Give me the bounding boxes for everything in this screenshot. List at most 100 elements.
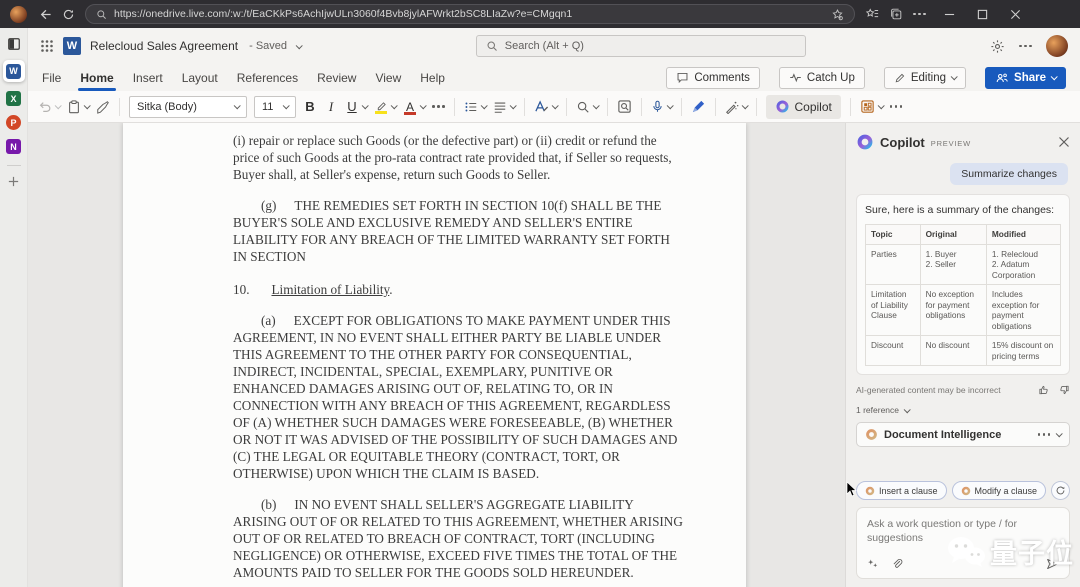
app-launcher-icon[interactable]	[40, 39, 54, 53]
browser-back-icon[interactable]	[37, 7, 52, 22]
bullet-list-button[interactable]	[464, 100, 488, 114]
search-document-icon[interactable]	[617, 99, 632, 114]
document-page[interactable]: (i) repair or replace such Goods (or the…	[123, 123, 746, 587]
title-chevron-down-icon[interactable]	[295, 41, 303, 49]
designer-button[interactable]	[860, 99, 885, 114]
paragraph[interactable]: (b) IN NO EVENT SHALL SELLER'S AGGREGATE …	[233, 496, 686, 581]
dictate-button[interactable]	[651, 100, 674, 113]
maximize-icon[interactable]	[977, 9, 988, 20]
sidebar-item-word[interactable]: W	[2, 60, 25, 82]
ribbon-more-icon[interactable]	[889, 105, 903, 108]
paragraph[interactable]: (a) EXCEPT FOR OBLIGATIONS TO MAKE PAYMEN…	[233, 312, 686, 482]
auto-format-wand-button[interactable]	[725, 100, 749, 114]
editor-icon[interactable]	[691, 99, 706, 114]
search-icon	[486, 40, 498, 52]
document-intelligence-icon	[865, 428, 878, 441]
comments-button[interactable]: Comments	[666, 66, 760, 89]
document-title[interactable]: Relecloud Sales Agreement	[90, 39, 238, 53]
comment-icon	[676, 71, 689, 84]
menu-review[interactable]: Review	[317, 71, 356, 85]
menu-home[interactable]: Home	[78, 71, 117, 91]
thumbs-down-icon[interactable]	[1058, 384, 1070, 396]
chat-input-placeholder: Ask a work question or type / for sugges…	[867, 518, 1017, 544]
share-button[interactable]: Share	[985, 66, 1066, 89]
document-canvas[interactable]: (i) repair or replace such Goods (or the…	[28, 123, 845, 587]
copilot-icon	[856, 133, 874, 151]
response-intro: Sure, here is a summary of the changes:	[865, 204, 1055, 216]
sidebar-item-onenote[interactable]: N	[6, 139, 21, 154]
close-window-icon[interactable]	[1010, 9, 1021, 20]
mouse-cursor	[846, 481, 858, 497]
menu-help[interactable]: Help	[420, 71, 445, 85]
word-icon: W	[6, 63, 21, 79]
browser-more-icon[interactable]	[913, 12, 926, 16]
copilot-chat-input[interactable]: Ask a work question or type / for sugges…	[856, 507, 1070, 579]
prompt-guide-icon[interactable]	[867, 558, 879, 570]
ai-disclaimer: AI-generated content may be incorrect	[856, 385, 1001, 395]
sidebar-item-powerpoint[interactable]: P	[6, 115, 21, 130]
font-more-icon[interactable]	[432, 105, 445, 108]
italic-button[interactable]: I	[324, 99, 338, 115]
col-header-topic: Topic	[865, 224, 921, 245]
bold-button[interactable]: B	[303, 99, 317, 114]
thumbs-up-icon[interactable]	[1038, 384, 1050, 396]
section-heading[interactable]: 10. Limitation of Liability.	[233, 281, 686, 298]
col-header-original: Original	[919, 224, 987, 245]
menu-references[interactable]: References	[237, 71, 298, 85]
add-app-icon[interactable]	[7, 175, 20, 188]
format-painter-icon[interactable]	[96, 100, 110, 114]
editing-mode-button[interactable]: Editing	[883, 66, 967, 89]
line-spacing-button[interactable]	[493, 100, 517, 114]
paragraph[interactable]: (g) THE REMEDIES SET FORTH IN SECTION 10(…	[233, 197, 686, 265]
undo-button[interactable]	[38, 100, 62, 114]
user-message-bubble: Summarize changes	[950, 163, 1068, 185]
paragraph[interactable]: (i) repair or replace such Goods (or the…	[233, 132, 686, 183]
suggestion-insert-clause[interactable]: Insert a clause	[856, 481, 947, 500]
word-logo[interactable]: W	[63, 37, 81, 55]
collections-icon[interactable]	[889, 7, 903, 21]
browser-refresh-icon[interactable]	[62, 8, 75, 21]
reference-more-icon[interactable]	[1037, 433, 1050, 436]
reference-card-document-intelligence[interactable]: Document Intelligence	[856, 422, 1070, 447]
attach-paperclip-icon[interactable]	[891, 558, 903, 570]
table-row: Limitation of Liability Clause No except…	[865, 284, 1062, 336]
underline-button[interactable]: U	[345, 99, 369, 114]
favorites-add-icon[interactable]	[831, 8, 844, 21]
search-placeholder: Search (Alt + Q)	[504, 40, 584, 52]
m365-home-icon[interactable]	[7, 37, 21, 51]
menu-layout[interactable]: Layout	[182, 71, 218, 85]
header-more-icon[interactable]	[1019, 44, 1032, 48]
ribbon-toolbar: Sitka (Body) 11 B I U A Copilot	[28, 91, 1080, 123]
references-toggle[interactable]: 1 reference	[856, 405, 1070, 415]
search-icon	[96, 9, 107, 20]
account-avatar[interactable]	[1045, 35, 1068, 57]
chevron-down-icon	[1050, 73, 1058, 81]
catch-up-button[interactable]: Catch Up	[778, 66, 865, 89]
address-bar[interactable]: https://onedrive.live.com/:w:/t/EaCKkPs6…	[85, 4, 855, 24]
sidebar-item-excel[interactable]: X	[6, 91, 21, 106]
menu-view[interactable]: View	[375, 71, 401, 85]
close-panel-icon[interactable]	[1058, 136, 1070, 148]
search-input[interactable]: Search (Alt + Q)	[475, 35, 806, 57]
minimize-icon[interactable]	[944, 9, 955, 20]
copilot-panel: Copilot PREVIEW Summarize changes Sure, …	[845, 123, 1080, 587]
font-color-button[interactable]: A	[403, 100, 427, 115]
menu-file[interactable]: File	[42, 71, 61, 85]
font-name-select[interactable]: Sitka (Body)	[129, 95, 247, 118]
suggestion-modify-clause[interactable]: Modify a clause	[951, 481, 1047, 500]
find-button[interactable]	[576, 100, 600, 114]
menu-bar: File Home Insert Layout References Revie…	[28, 64, 1080, 91]
settings-gear-icon[interactable]	[990, 39, 1005, 54]
styles-button[interactable]	[534, 99, 559, 114]
rail-divider	[6, 165, 21, 166]
highlight-button[interactable]	[374, 100, 398, 114]
font-size-select[interactable]: 11	[254, 95, 296, 118]
paste-button[interactable]	[67, 99, 91, 114]
send-icon[interactable]	[1045, 557, 1059, 571]
browser-profile-avatar[interactable]	[10, 5, 27, 23]
pencil-icon	[894, 72, 906, 84]
refresh-suggestions-icon[interactable]	[1051, 481, 1070, 500]
menu-insert[interactable]: Insert	[133, 71, 163, 85]
favorites-bar-icon[interactable]	[865, 7, 879, 21]
copilot-toolbar-button[interactable]: Copilot	[765, 94, 841, 119]
